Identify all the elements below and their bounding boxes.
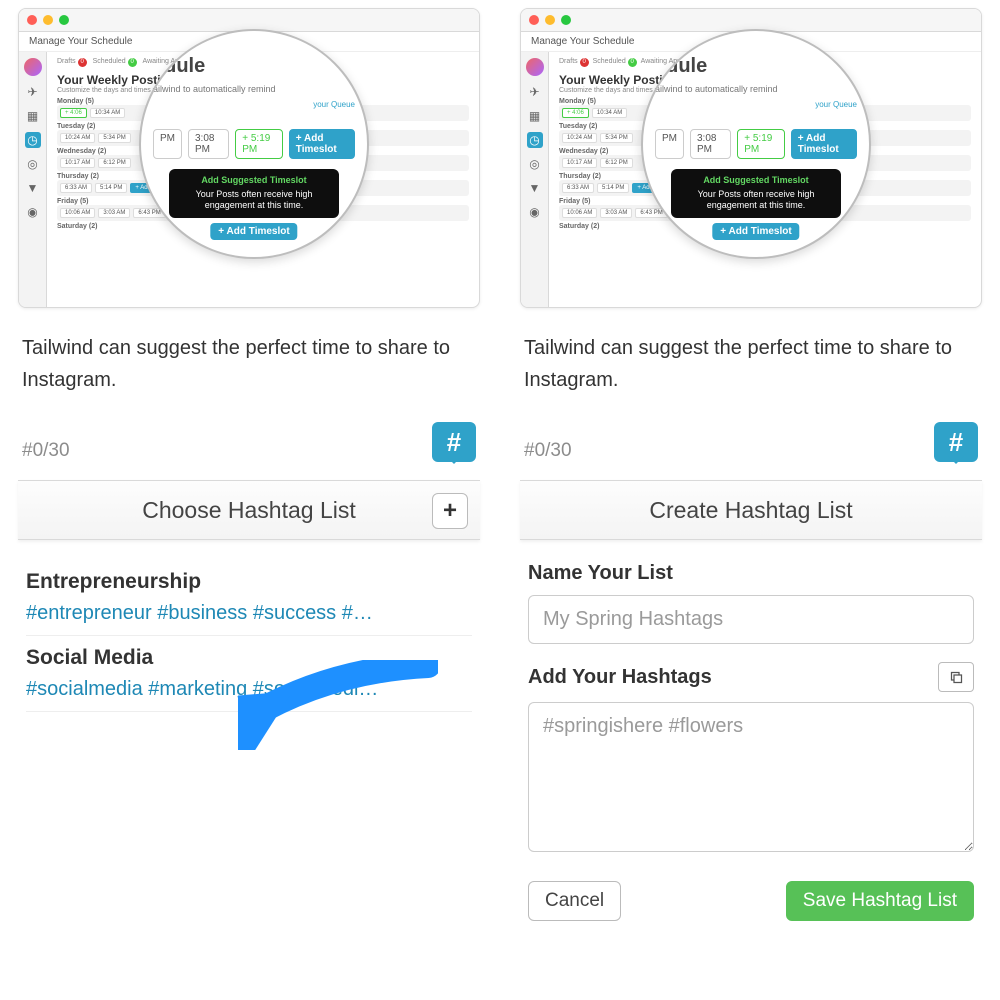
- list-name-input[interactable]: [528, 595, 974, 644]
- create-hashtag-form: Name Your List Add Your Hashtags Cancel …: [520, 540, 982, 939]
- avatar-icon: [24, 58, 42, 76]
- hashtag-lists: Entrepreneurship #entrepreneur #business…: [18, 540, 480, 732]
- hashtag-button[interactable]: #: [934, 422, 978, 462]
- add-list-button[interactable]: +: [432, 493, 468, 529]
- list-tags: #entrepreneur #business #success #…: [26, 602, 472, 625]
- name-label: Name Your List: [528, 562, 974, 585]
- list-item[interactable]: Social Media #socialmedia #marketing #so…: [26, 636, 472, 712]
- clock-icon: ◷: [25, 132, 41, 148]
- schedule-preview: Manage Your Schedule ✈▦◷◎▼◉ Drafts0 Sche…: [520, 8, 982, 308]
- panel-title: Create Hashtag List: [649, 497, 852, 524]
- hashtag-button[interactable]: #: [432, 422, 476, 462]
- save-button[interactable]: Save Hashtag List: [786, 881, 974, 921]
- zoom-dot-icon: [59, 15, 69, 25]
- sidebar: ✈ ▦ ◷ ◎ ▼ ◉: [19, 52, 47, 308]
- schedule-preview: Manage Your Schedule ✈ ▦ ◷ ◎ ▼ ◉ Drafts0…: [18, 8, 480, 308]
- list-tags: #socialmedia #marketing #socialmedi…: [26, 678, 472, 701]
- feature-caption: Tailwind can suggest the perfect time to…: [22, 332, 476, 396]
- instagram-icon: ◎: [25, 156, 41, 172]
- hashtags-textarea[interactable]: [528, 702, 974, 852]
- tags-label: Add Your Hashtags: [528, 666, 712, 689]
- hashtag-list-panel-header: Choose Hashtag List +: [18, 480, 480, 540]
- filter-icon: ▼: [25, 180, 41, 196]
- copy-button[interactable]: [938, 662, 974, 692]
- plane-icon: ✈: [25, 84, 41, 100]
- close-dot-icon: [27, 15, 37, 25]
- hashtag-counter: #0/30: [22, 440, 70, 462]
- list-name: Social Media: [26, 646, 472, 670]
- suggested-timeslot-tooltip: Add Suggested Timeslot Your Posts often …: [169, 169, 339, 218]
- left-column: Manage Your Schedule ✈ ▦ ◷ ◎ ▼ ◉ Drafts0…: [18, 8, 480, 939]
- feature-caption: Tailwind can suggest the perfect time to…: [524, 332, 978, 396]
- cancel-button[interactable]: Cancel: [528, 881, 621, 921]
- panel-title: Choose Hashtag List: [142, 497, 356, 524]
- minimize-dot-icon: [43, 15, 53, 25]
- globe-icon: ◉: [25, 204, 41, 220]
- hashtag-counter: #0/30: [524, 440, 572, 462]
- list-item[interactable]: Entrepreneurship #entrepreneur #business…: [26, 560, 472, 636]
- right-column: Manage Your Schedule ✈▦◷◎▼◉ Drafts0 Sche…: [520, 8, 982, 939]
- create-hashtag-panel-header: Create Hashtag List: [520, 480, 982, 540]
- calendar-icon: ▦: [25, 108, 41, 124]
- list-name: Entrepreneurship: [26, 570, 472, 594]
- magnifier-lens: edule ailwind to automatically remind yo…: [139, 29, 369, 259]
- copy-icon: [949, 670, 964, 685]
